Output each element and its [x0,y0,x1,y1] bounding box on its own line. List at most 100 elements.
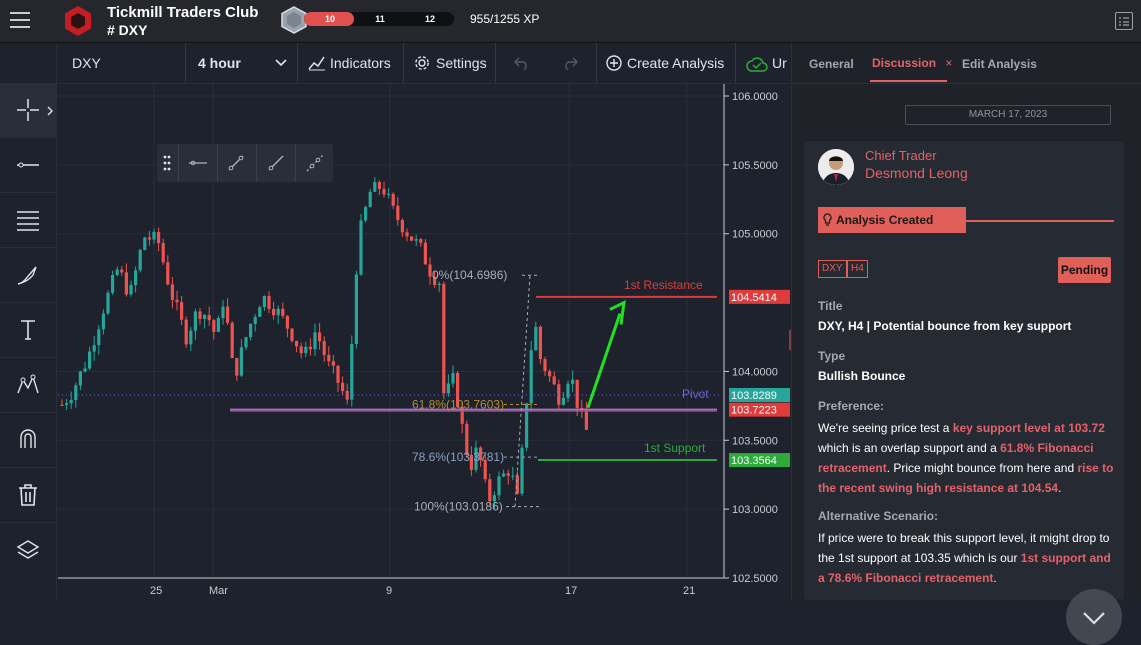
candle-body [212,320,216,332]
panel-tabs: General Discussion × Edit Analysis [792,43,1141,84]
interval-selector[interactable]: 4 hour [186,43,298,83]
symbol-selector[interactable]: DXY [56,43,186,83]
trash-icon [19,484,37,506]
alternative-text: If price were to break this support leve… [818,528,1114,598]
analysis-card: Chief Trader Desmond Leong Analysis Crea… [804,141,1124,645]
extended-line-icon[interactable] [306,154,324,172]
candle-body [299,346,303,354]
redo-icon[interactable] [562,56,578,70]
undo-redo-group [496,43,597,83]
candle-body [327,355,331,362]
candle-body [423,242,427,265]
horizontal-ray-icon[interactable] [187,156,209,170]
candle-body [249,323,253,338]
price-chart[interactable]: Pivot 1st Resistance 1st Support 0%(104.698… [58,84,790,600]
candle-body [143,237,147,251]
candle-body [584,410,588,430]
y-tick-label: 103.0000 [732,504,778,516]
layers-tool[interactable] [0,523,56,577]
date-separator: MARCH 17, 2023 [905,105,1111,125]
magnet-tool[interactable] [0,413,56,468]
candle-body [354,274,358,344]
chevron-down-icon [1083,612,1105,625]
title-value: DXY, H4 | Potential bounce from key supp… [818,319,1072,333]
scroll-down-button[interactable] [1066,589,1122,645]
candle-body [350,343,354,400]
indicators-icon [308,56,325,71]
upload-button[interactable]: Ur [736,43,790,83]
candle-body [502,473,506,477]
candle-body [368,191,372,208]
tag-symbol: DXY [818,260,847,278]
tab-discussion-label: Discussion [872,56,937,70]
candle-body [295,340,299,347]
pattern-tool[interactable] [0,358,56,413]
create-analysis-label: Create Analysis [627,55,725,71]
author-name[interactable]: Desmond Leong [865,165,968,181]
indicators-label: Indicators [330,55,391,71]
indicators-button[interactable]: Indicators [298,43,404,83]
pivot-label: Pivot [682,387,709,401]
fib-level-label: 78.6%(103.3781) [412,450,504,464]
delete-tool[interactable] [0,468,56,523]
text-icon [21,320,35,340]
upload-label: Ur [772,55,787,71]
tab-edit-analysis[interactable]: Edit Analysis [962,57,1037,71]
create-analysis-button[interactable]: Create Analysis [596,43,736,83]
candle-body [83,368,87,372]
active-tab-indicator [870,80,947,82]
analysis-created-flag: Analysis Created [818,207,966,233]
first-support-label: 1st Support [644,441,706,455]
candle-body [336,365,340,383]
fib-tool[interactable] [0,193,56,248]
candle-body [543,359,547,372]
layers-icon [16,540,40,559]
x-tick-label: 21 [683,585,695,597]
candle-body [534,326,538,351]
candle-body [253,316,257,324]
candle-body [552,376,556,385]
xp-text: 955/1255 XP [470,12,540,26]
crosshair-icon [17,99,39,121]
pattern-icon [17,374,39,394]
tab-general[interactable]: General [809,57,854,71]
menu-icon[interactable] [10,12,30,28]
candle-body [157,231,161,244]
avatar[interactable] [818,149,854,185]
candle-body [566,383,570,398]
top-bar: Tickmill Traders Club # DXY 10 11 12 955… [0,0,1141,43]
candle-body [216,318,220,332]
drawing-toolbar [0,43,57,600]
line-tool[interactable] [0,138,56,193]
checklist-icon[interactable] [1115,12,1133,30]
settings-button[interactable]: Settings [404,43,496,83]
alt-text-2: . [993,571,997,585]
candle-body [138,250,142,271]
undo-icon[interactable] [514,56,530,70]
text-tool[interactable] [0,303,56,358]
ray-icon[interactable] [267,154,285,172]
candle-body [221,306,225,319]
pref-highlight-1: key support level at 103.72 [952,421,1105,435]
projection-arrow [586,313,622,409]
trend-line-icon[interactable] [227,154,245,172]
candle-body [506,473,510,476]
tab-discussion[interactable]: Discussion × [872,56,952,70]
candle-body [520,447,524,494]
crosshair-tool[interactable] [0,83,56,138]
candle-body [69,400,73,404]
candle-body [276,308,280,316]
candle-body [272,309,276,316]
candle-body [281,308,285,316]
candle-body [382,188,386,195]
price-label: 104.5414 [731,292,777,304]
candle-body [129,285,133,295]
drag-handle-icon[interactable] [163,155,171,171]
candle-body [377,182,381,189]
brush-tool[interactable] [0,248,56,303]
chevron-right-icon[interactable] [47,106,53,116]
close-icon[interactable]: × [945,56,952,70]
candle-body [184,319,188,345]
magnet-icon [20,429,36,448]
candle-body [391,193,395,206]
